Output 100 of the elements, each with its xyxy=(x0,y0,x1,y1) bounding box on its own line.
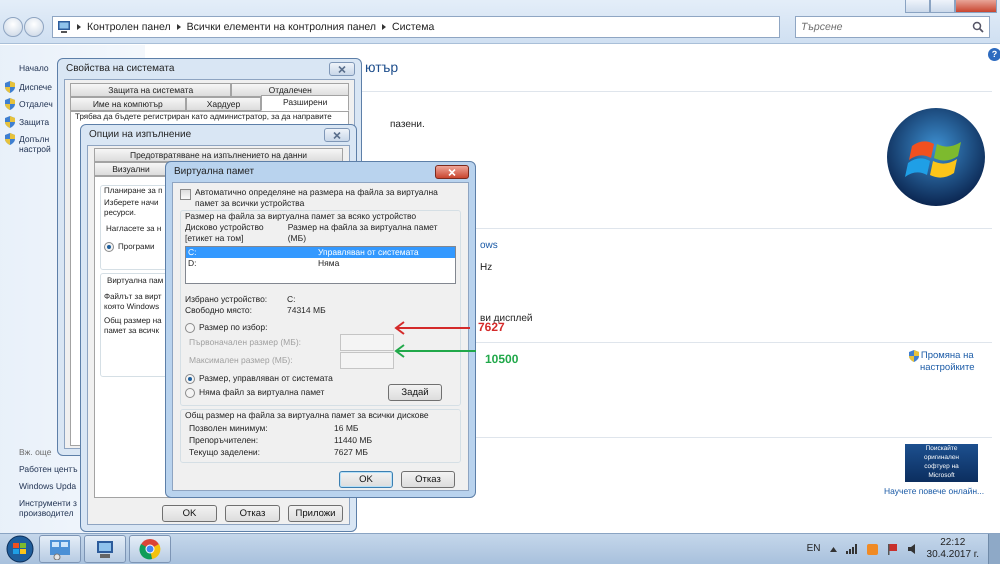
shield-icon xyxy=(909,350,919,362)
section-heading: Вж. още xyxy=(19,447,52,457)
body-text: ви дисплей xyxy=(480,313,532,324)
notice-text: Трябва да бъдете регистриран като администратор, за да направите xyxy=(75,112,332,122)
radio-button[interactable] xyxy=(104,242,114,252)
dialog-button[interactable]: Отказ xyxy=(401,471,455,488)
breadcrumb-item[interactable]: Контролен панел xyxy=(87,20,171,34)
browser-icon xyxy=(139,538,161,560)
window-title: Виртуална памет xyxy=(174,166,254,178)
radio-label: Размер по избор: xyxy=(199,322,268,333)
shield-icon xyxy=(5,116,15,128)
body-text: пазени. xyxy=(390,119,425,131)
up-arrow-icon[interactable] xyxy=(830,546,837,552)
set-button[interactable]: Задай xyxy=(388,384,442,401)
dialog-button[interactable]: Приложи xyxy=(288,505,343,522)
clock-time[interactable]: 22:12 xyxy=(940,537,966,549)
shield-icon xyxy=(5,81,15,93)
breadcrumb-item[interactable]: Всички елементи на контролния панел xyxy=(186,20,376,34)
close-button[interactable] xyxy=(435,165,469,179)
field-value: C: xyxy=(287,294,296,305)
sidebar-link[interactable]: Защита xyxy=(19,117,50,127)
checkbox[interactable] xyxy=(180,189,191,200)
back-button[interactable] xyxy=(3,17,23,37)
link[interactable]: ows xyxy=(480,240,498,252)
column-header: Дисково устройство [етикет на том] xyxy=(185,222,265,244)
drive-list[interactable]: C: Управляван от системата D: Няма xyxy=(185,246,456,284)
taskbar-button[interactable] xyxy=(129,535,171,563)
chevron-icon xyxy=(176,24,181,30)
shield-icon xyxy=(5,98,15,110)
forward-button[interactable] xyxy=(24,17,44,37)
window-title: Свойства на системата xyxy=(66,63,174,75)
field-label: Свободно място: xyxy=(185,305,254,316)
computer-icon xyxy=(94,538,116,560)
radio-button[interactable] xyxy=(185,388,195,398)
help-button[interactable]: ? xyxy=(988,48,1000,61)
language-indicator[interactable]: EN xyxy=(806,543,821,555)
tab[interactable]: Име на компютър xyxy=(70,97,186,111)
checkbox-label: Автоматично определяне на размера на файла за виртуална памет за всички устройства xyxy=(195,187,439,209)
instruction-text: Нагласете за н xyxy=(106,224,162,234)
radio-label: Няма файл за виртуална памет xyxy=(199,387,324,398)
control-panel-icon xyxy=(49,538,71,560)
dialog-button[interactable]: OK xyxy=(339,471,393,488)
annotation-text: 10500 xyxy=(485,352,518,366)
minimize-button[interactable] xyxy=(905,0,930,13)
speaker-icon[interactable] xyxy=(908,544,918,554)
chevron-icon xyxy=(382,24,386,30)
shield-icon xyxy=(5,133,15,145)
column-header: Размер на файла за виртуална памет (МБ) xyxy=(288,222,439,244)
signal-icon[interactable] xyxy=(846,544,858,554)
sidebar-link[interactable]: Инструменти з производител xyxy=(19,498,77,518)
close-icon xyxy=(448,168,456,176)
learn-more-link[interactable]: Научете повече онлайн... xyxy=(884,486,984,496)
sidebar-link[interactable]: Диспече xyxy=(19,82,52,92)
search-field[interactable]: Търсене xyxy=(795,16,990,38)
taskbar-button[interactable] xyxy=(84,535,126,563)
close-button[interactable] xyxy=(324,128,350,142)
change-settings-link[interactable]: Промяна на настройките xyxy=(920,350,974,374)
home-link[interactable]: Начало xyxy=(19,63,49,73)
breadcrumb-item[interactable]: Система xyxy=(392,20,434,34)
heading-text: ютър xyxy=(365,59,398,76)
field-value: 11440 МБ xyxy=(334,435,372,446)
radio-label: Програми xyxy=(118,242,154,252)
field-label: Текущо заделени: xyxy=(189,447,262,458)
list-row[interactable]: D: Няма xyxy=(186,258,455,269)
radio-button[interactable] xyxy=(185,322,195,332)
group-label: Общ размер на файла за виртуална памет за всички дискове xyxy=(185,410,430,421)
description-text: Общ размер на памет за всичк xyxy=(104,316,162,336)
field-label: Препоръчителен: xyxy=(189,435,260,446)
tab[interactable]: Предотвратяване на изпълнението на данни xyxy=(94,148,343,162)
group-label: Размер на файла за виртуална памет за всяко устройство xyxy=(185,211,418,222)
body-text: Hz xyxy=(480,262,492,274)
description-text: Файлът за вирт която Windows xyxy=(104,292,162,312)
flag-icon[interactable] xyxy=(886,543,899,555)
radio-label: Размер, управляван от системата xyxy=(199,373,333,384)
sidebar-link[interactable]: Отдалеч xyxy=(19,99,53,109)
description-text: Изберете начи ресурси. xyxy=(104,198,158,218)
tab[interactable]: Разширени xyxy=(261,95,349,111)
dialog-button[interactable]: Отказ xyxy=(225,505,280,522)
close-button[interactable] xyxy=(329,62,355,76)
tab[interactable]: Хардуер xyxy=(186,97,262,111)
field-label: Избрано устройство: xyxy=(185,294,268,305)
field-label: Максимален размер (МБ): xyxy=(189,355,293,366)
field-label: Позволен минимум: xyxy=(189,423,269,434)
dialog-button[interactable]: OK xyxy=(162,505,217,522)
start-button[interactable] xyxy=(4,534,36,564)
computer-icon xyxy=(57,21,71,33)
group-label: Виртуална пам xyxy=(107,276,164,286)
tab[interactable]: Защита на системата xyxy=(70,83,232,97)
close-icon xyxy=(338,66,346,72)
sidebar-link[interactable]: Работен центъ xyxy=(19,464,78,474)
tab[interactable]: Визуални xyxy=(94,162,168,176)
radio-button[interactable] xyxy=(185,374,195,384)
window-title: Опции на изпълнение xyxy=(89,129,192,141)
sidebar-link[interactable]: Windows Upda xyxy=(19,481,76,491)
group-label: Планиране за п xyxy=(104,186,162,196)
sidebar-link[interactable]: Допълн настрой xyxy=(19,134,51,154)
clock-date[interactable]: 30.4.2017 г. xyxy=(926,549,979,561)
field-value: 7627 МБ xyxy=(334,447,368,458)
maximize-button[interactable] xyxy=(930,0,955,13)
field-value: 16 МБ xyxy=(334,423,358,434)
